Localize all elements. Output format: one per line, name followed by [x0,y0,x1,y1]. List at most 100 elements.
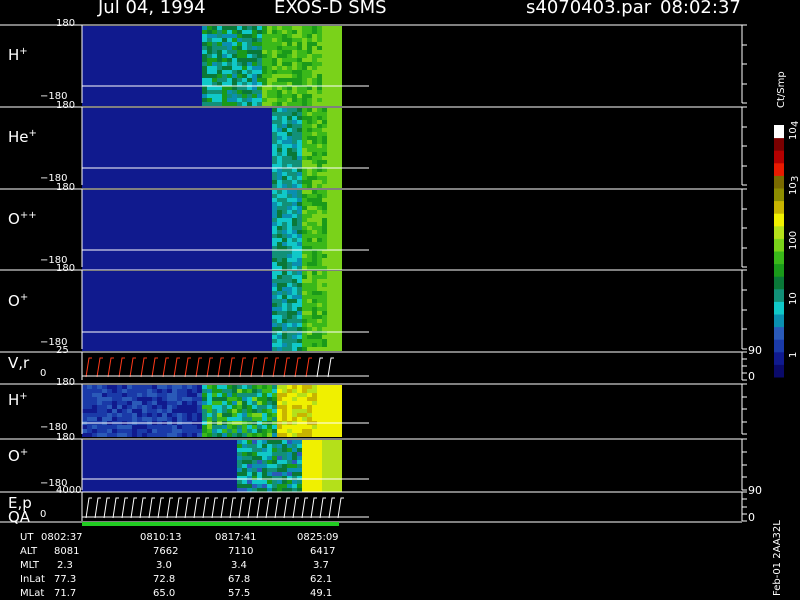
spectrogram-cell [302,94,307,98]
spectrogram-cell [232,433,237,437]
spectrogram-cell [197,401,202,405]
spectrogram-cell [102,238,107,242]
spectrogram-cell [337,62,342,66]
spectrogram-cell [217,70,222,74]
spectrogram-cell [87,287,92,291]
spectrogram-cell [177,160,182,164]
spectrogram-cell [162,42,167,46]
spectrogram-cell [192,385,197,389]
spectrogram-cell [162,397,167,401]
spectrogram-cell [92,335,97,339]
spectrogram-cell [157,42,162,46]
spectrogram-cell [92,262,97,266]
spectrogram-cell [307,184,312,188]
spectrogram-cell [307,242,312,246]
spectrogram-cell [102,480,107,484]
spectrogram-cell [322,339,327,343]
spectrogram-cell [242,413,247,417]
spectrogram-cell [177,214,182,218]
spectrogram-cell [122,74,127,78]
spectrogram-cell [127,295,132,299]
spectrogram-cell [247,238,252,242]
spectrogram-cell [252,283,257,287]
spectrogram-cell [197,323,202,327]
spectrogram-cell [252,258,257,262]
spectrogram-cell [112,393,117,397]
spectrogram-cell [157,82,162,86]
spectrogram-cell [162,38,167,42]
spectrogram-cell [147,266,152,270]
spectrogram-cell [177,54,182,58]
spectrogram-cell [182,335,187,339]
spectrogram-cell [227,230,232,234]
spectrogram-cell [127,433,132,437]
spectrogram-cell [337,311,342,315]
spectrogram-cell [162,335,167,339]
spectrogram-cell [232,156,237,160]
spectrogram-cell [297,112,302,116]
spectrogram-cell [222,413,227,417]
spectrogram-cell [272,198,277,202]
spectrogram-cell [122,120,127,124]
spectrogram-cell [207,94,212,98]
spectrogram-cell [182,86,187,90]
spectrogram-cell [87,448,92,452]
spectrogram-cell [142,50,147,54]
spectrogram-cell [257,238,262,242]
spectrogram-cell [192,315,197,319]
spectrogram-cell [227,94,232,98]
spectrogram-cell [102,287,107,291]
spectrogram-cell [187,433,192,437]
spectrogram-cell [172,62,177,66]
spectrogram-cell [262,246,267,250]
spectrogram-cell [322,62,327,66]
spectrogram-cell [302,42,307,46]
spectrogram-cell [302,250,307,254]
spectrogram-cell [317,136,322,140]
spectrogram-cell [277,279,282,283]
spectrogram-cell [182,319,187,323]
spectrogram-cell [252,291,257,295]
spectrogram-cell [132,218,137,222]
spectrogram-cell [207,250,212,254]
spectrogram-cell [332,246,337,250]
spectrogram-cell [242,307,247,311]
spectrogram-cell [217,198,222,202]
spectrogram-cell [217,287,222,291]
spectrogram-cell [247,210,252,214]
spectrogram-cell [327,206,332,210]
spectrogram-cell [332,98,337,102]
spectrogram-cell [152,279,157,283]
spectrogram-cell [122,124,127,128]
spectrogram-cell [302,82,307,86]
spectrogram-cell [222,30,227,34]
spectrogram-cell [197,405,202,409]
spectrogram-cell [302,291,307,295]
spectrogram-cell [87,452,92,456]
spectrogram-cell [332,433,337,437]
spectrogram-cell [142,319,147,323]
spectrogram-cell [207,246,212,250]
spectrogram-cell [192,246,197,250]
spectrogram-cell [117,226,122,230]
spectrogram-cell [237,58,242,62]
spectrogram-cell [282,54,287,58]
spectrogram-cell [232,54,237,58]
spectrogram-cell [227,34,232,38]
spectrogram-cell [202,234,207,238]
spectrogram-cell [127,50,132,54]
spectrogram-cell [262,116,267,120]
spectrogram-cell [282,98,287,102]
spectrogram-cell [297,116,302,120]
spectrogram-cell [277,347,282,351]
spectrogram-cell [337,246,342,250]
spectrogram-cell [292,319,297,323]
spectrogram-cell [217,140,222,144]
spectrogram-cell [137,194,142,198]
spectrogram-cell [127,287,132,291]
spectrogram-cell [287,190,292,194]
spectrogram-cell [87,86,92,90]
spectrogram-cell [297,409,302,413]
spectrogram-cell [302,66,307,70]
spectrogram-cell [207,275,212,279]
